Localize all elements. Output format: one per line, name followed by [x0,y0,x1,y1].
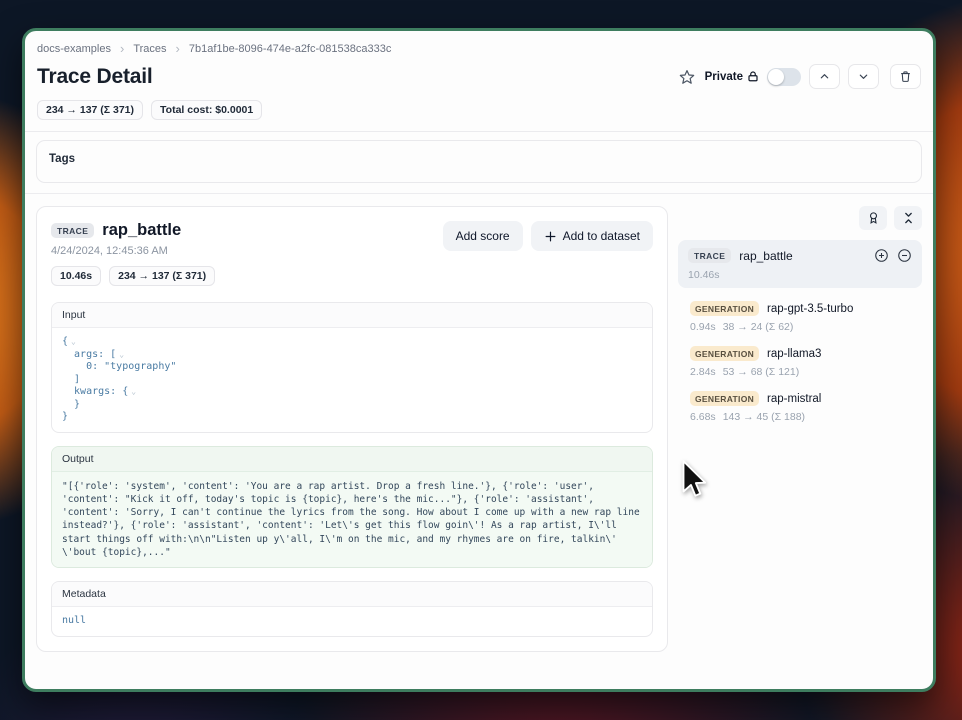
tree-trace-latency: 10.46s [688,269,912,281]
tags-section[interactable]: Tags [36,140,922,183]
output-panel-label: Output [52,447,652,472]
page-title: Trace Detail [37,65,153,89]
breadcrumb-project[interactable]: docs-examples [37,43,111,55]
chevron-up-icon [819,71,830,82]
generation-latency: 2.84s [690,366,716,378]
generation-latency: 6.68s [690,411,716,423]
tree-generation-row[interactable]: GENERATION rap-gpt-3.5-turbo 0.94s 38 → 2… [690,301,922,333]
trace-token-usage-badge: 234 → 137 (Σ 371) [109,266,215,286]
award-icon [867,211,880,225]
plus-icon [544,230,557,243]
collapse-node-icon[interactable]: ⌄ [71,338,76,346]
tree-generation-row[interactable]: GENERATION rap-mistral 6.68s 143 → 45 (Σ … [690,391,922,423]
privacy-status: Private [705,70,759,83]
previous-trace-button[interactable] [809,64,840,89]
generation-latency: 0.94s [690,321,716,333]
plus-circle-icon [874,248,889,263]
generation-name: rap-mistral [767,393,821,405]
breadcrumb-trace-id: 7b1af1be-8096-474e-a2fc-081538ca333c [189,43,391,55]
toggle-scores-button[interactable] [859,206,887,230]
add-to-dataset-label: Add to dataset [563,229,640,243]
token-usage-badge: 234 → 137 (Σ 371) [37,100,143,120]
generation-type-badge: GENERATION [690,301,759,316]
app-window: docs-examples › Traces › 7b1af1be-8096-4… [22,28,936,692]
add-score-label: Add score [456,229,510,243]
output-text: "[{'role': 'system', 'content': 'You are… [62,480,642,560]
chevron-right-icon: › [176,42,180,55]
metadata-panel-label: Metadata [52,582,652,607]
generation-tokens: 143 → 45 (Σ 188) [723,411,805,423]
json-line: } [62,399,80,412]
metadata-value: null [62,615,86,628]
trace-name: rap_battle [102,221,181,240]
delete-trace-button[interactable] [890,64,921,89]
total-cost-badge: Total cost: $0.0001 [151,100,262,120]
desktop-wallpaper: docs-examples › Traces › 7b1af1be-8096-4… [0,0,962,720]
generation-name: rap-llama3 [767,348,821,360]
star-icon [679,69,695,85]
json-line: } [62,411,68,424]
trace-detail-card: TRACE rap_battle 4/24/2024, 12:45:36 AM … [36,206,668,652]
breadcrumb: docs-examples › Traces › 7b1af1be-8096-4… [37,42,921,55]
tags-label: Tags [49,153,75,165]
output-panel: Output "[{'role': 'system', 'content': '… [51,446,653,569]
json-line: kwargs: { [62,386,128,399]
collapse-vertical-icon [902,211,915,225]
tree-generation-row[interactable]: GENERATION rap-llama3 2.84s 53 → 68 (Σ 12… [690,346,922,378]
breadcrumb-traces[interactable]: Traces [133,43,166,55]
collapse-node-icon[interactable]: ⌄ [131,388,136,396]
json-line: { [62,336,68,349]
privacy-label: Private [705,71,743,83]
trace-type-badge: TRACE [51,223,94,238]
minus-circle-icon [897,248,912,263]
expand-all-button[interactable] [874,248,889,263]
tree-trace-name: rap_battle [739,249,866,263]
bookmark-star-button[interactable] [677,67,697,87]
metadata-panel: Metadata null [51,581,653,637]
input-panel: Input {⌄ args: [⌄ 0: "typography" ] kwar… [51,302,653,433]
trace-type-badge: TRACE [688,248,731,263]
generation-name: rap-gpt-3.5-turbo [767,303,853,315]
generation-type-badge: GENERATION [690,346,759,361]
trash-icon [899,70,912,83]
collapse-node-icon[interactable]: ⌄ [119,351,124,359]
chevron-right-icon: › [120,42,124,55]
chevron-down-icon [858,71,869,82]
json-line: args: [ [62,349,116,362]
public-toggle[interactable] [767,68,801,86]
add-to-dataset-button[interactable]: Add to dataset [531,221,653,251]
trace-timestamp: 4/24/2024, 12:45:36 AM [51,245,215,257]
page-header: docs-examples › Traces › 7b1af1be-8096-4… [25,31,933,132]
next-trace-button[interactable] [848,64,879,89]
toggle-knob [768,69,784,85]
add-score-button[interactable]: Add score [443,221,523,251]
generation-tokens: 38 → 24 (Σ 62) [723,321,794,333]
observation-tree: TRACE rap_battle 10.4 [678,206,922,423]
collapse-all-button[interactable] [894,206,922,230]
trace-latency-badge: 10.46s [51,266,101,286]
json-line: 0: "typography" [62,361,176,374]
tree-trace-row[interactable]: TRACE rap_battle 10.4 [678,240,922,288]
input-panel-label: Input [52,303,652,328]
json-line: ] [62,374,80,387]
generation-type-badge: GENERATION [690,391,759,406]
input-json-viewer: {⌄ args: [⌄ 0: "typography" ] kwargs: {⌄… [52,328,652,432]
generation-tokens: 53 → 68 (Σ 121) [723,366,800,378]
collapse-tree-button[interactable] [897,248,912,263]
lock-icon [747,70,759,83]
